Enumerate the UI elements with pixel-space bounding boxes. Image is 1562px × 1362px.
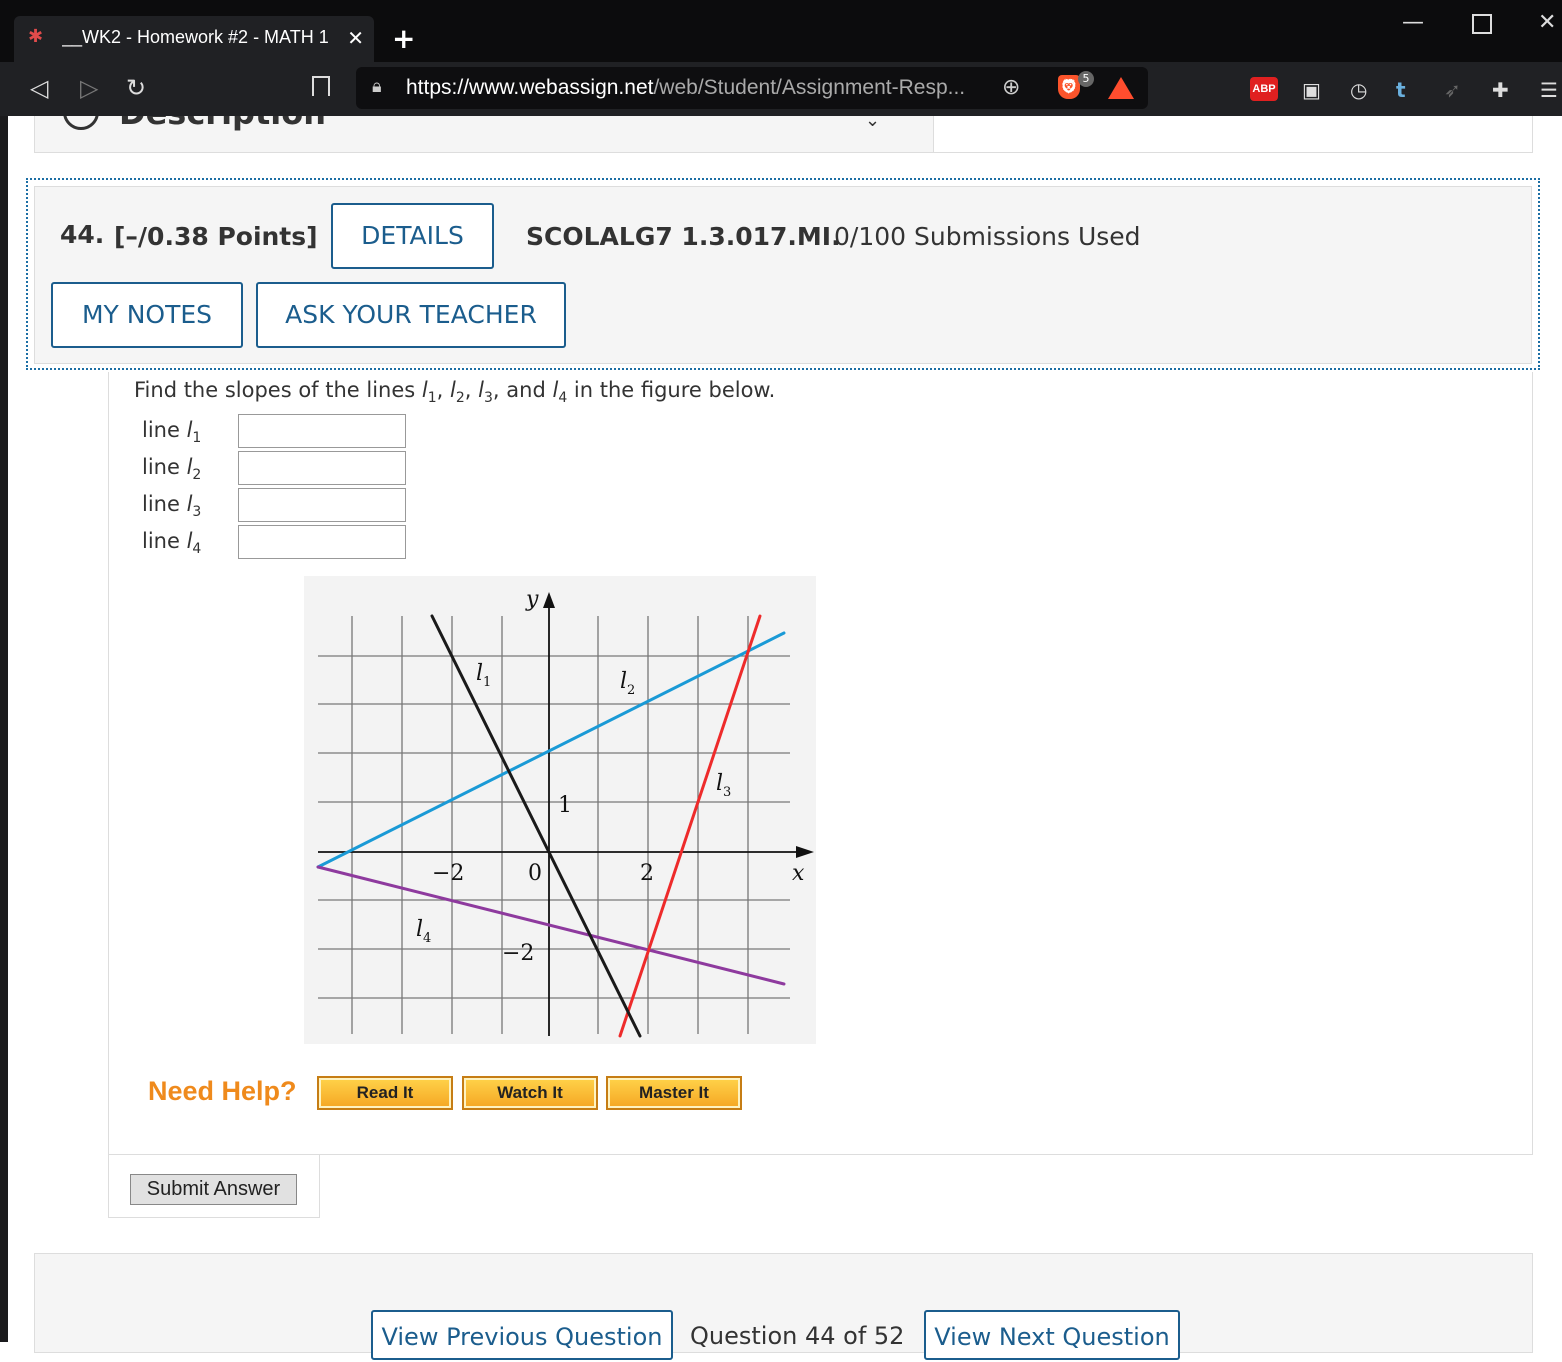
- lines-figure: −2 0 2 1 −2 x y l1 l2 l3 l4: [304, 576, 816, 1044]
- menu-icon[interactable]: ☰: [1540, 78, 1558, 102]
- webassign-favicon-icon: ✱: [28, 26, 44, 46]
- line-l4: [316, 865, 786, 986]
- bookmark-icon[interactable]: [312, 76, 330, 96]
- description-side: [932, 116, 1533, 153]
- close-tab-icon[interactable]: ✕: [347, 26, 364, 51]
- axis-labels: x y: [525, 587, 805, 886]
- label-line-2: line l2: [142, 455, 202, 484]
- my-notes-button[interactable]: MY NOTES: [51, 282, 243, 348]
- question-code: SCOLALG7 1.3.017.MI.: [526, 222, 841, 251]
- url-text: https://www.webassign.net/web/Student/As…: [406, 76, 966, 99]
- answer-input-line-4[interactable]: [238, 525, 406, 559]
- master-it-button[interactable]: Master It: [606, 1076, 742, 1110]
- adblock-plus-icon[interactable]: ABP: [1250, 77, 1278, 101]
- line-label-l2: l2: [620, 669, 635, 698]
- next-question-button[interactable]: View Next Question: [924, 1310, 1180, 1360]
- question-number: 44.: [60, 220, 105, 249]
- minimize-icon[interactable]: —: [1402, 10, 1424, 35]
- line-label-l3: l3: [716, 771, 731, 800]
- lock-icon: 🔒︎: [372, 76, 382, 97]
- previous-question-button[interactable]: View Previous Question: [371, 1310, 673, 1360]
- line-label-l1: l1: [476, 661, 491, 690]
- answer-input-line-3[interactable]: [238, 488, 406, 522]
- line-l1: [430, 614, 642, 1038]
- close-window-icon[interactable]: ✕: [1538, 10, 1556, 35]
- focus-outline: [26, 178, 1540, 370]
- tab-title: __WK2 - Homework #2 - MATH 1: [62, 27, 329, 47]
- answer-input-line-1[interactable]: [238, 414, 406, 448]
- grid: [318, 616, 790, 1034]
- lines-graph: −2 0 2 1 −2 x y l1 l2 l3 l4: [316, 587, 814, 1038]
- forward-icon[interactable]: ▷: [80, 74, 98, 102]
- watch-it-button[interactable]: Watch It: [462, 1076, 598, 1110]
- rocket-icon[interactable]: ➶: [1444, 78, 1461, 102]
- tick-label-y-neg2: −2: [502, 941, 534, 966]
- submit-answer-button[interactable]: Submit Answer: [130, 1174, 297, 1205]
- reload-icon[interactable]: ↻: [126, 74, 146, 102]
- tick-labels: −2 0 2 1 −2: [432, 793, 654, 966]
- tick-label-y-1: 1: [558, 793, 572, 818]
- submissions-used: 0/100 Submissions Used: [834, 222, 1141, 251]
- details-button[interactable]: DETAILS: [331, 203, 494, 269]
- maximize-icon[interactable]: [1472, 14, 1492, 34]
- browser-toolbar: ◁ ▷ ↻ 🔒︎ https://www.webassign.net/web/S…: [0, 62, 1562, 116]
- read-it-button[interactable]: Read It: [317, 1076, 453, 1110]
- description-title: Description: [119, 116, 326, 132]
- description-panel[interactable]: Description ⌄: [34, 116, 934, 153]
- ask-teacher-button[interactable]: ASK YOUR TEACHER: [256, 282, 566, 348]
- timer-icon[interactable]: ◷: [1350, 78, 1367, 102]
- tick-label-x-neg2: −2: [432, 861, 464, 886]
- zoom-icon[interactable]: ⊕: [1002, 75, 1020, 100]
- y-axis-label: y: [525, 587, 539, 612]
- puzzle-extensions-icon[interactable]: ✚: [1492, 78, 1509, 102]
- label-line-3: line l3: [142, 492, 202, 521]
- back-icon[interactable]: ◁: [30, 74, 48, 102]
- browser-tab[interactable]: ✱ __WK2 - Homework #2 - MATH 1 ✕: [14, 16, 374, 62]
- new-tab-button[interactable]: +: [392, 22, 415, 55]
- x-axis-arrow: [796, 846, 814, 858]
- tumblr-icon[interactable]: t: [1396, 78, 1406, 102]
- tick-label-x-2: 2: [640, 861, 654, 886]
- question-position: Question 44 of 52: [690, 1322, 905, 1350]
- label-line-4: line l4: [142, 529, 202, 558]
- address-bar[interactable]: 🔒︎ https://www.webassign.net/web/Student…: [356, 67, 1148, 109]
- shield-count-badge: 5: [1078, 71, 1094, 87]
- brave-shield-icon[interactable]: 🦁︎: [1058, 75, 1080, 99]
- extension-icon[interactable]: ▣: [1302, 78, 1321, 102]
- chevron-down-icon[interactable]: ⌄: [865, 116, 880, 131]
- question-prompt: Find the slopes of the lines l1, l2, l3,…: [134, 378, 776, 407]
- brave-rewards-icon[interactable]: [1108, 77, 1134, 99]
- need-help-label: Need Help?: [148, 1076, 297, 1106]
- label-line-1: line l1: [142, 418, 202, 447]
- answer-input-line-2[interactable]: [238, 451, 406, 485]
- plotted-lines: [316, 614, 786, 1038]
- browser-titlebar: ✱ __WK2 - Homework #2 - MATH 1 ✕ + — ✕: [0, 0, 1562, 62]
- line-label-l4: l4: [416, 917, 431, 946]
- info-icon: [63, 116, 99, 130]
- page-edge: [0, 116, 8, 1342]
- tick-label-origin: 0: [528, 861, 542, 886]
- question-points: [–/0.38 Points]: [114, 222, 318, 251]
- x-axis-label: x: [792, 861, 805, 886]
- y-axis-arrow: [543, 592, 555, 608]
